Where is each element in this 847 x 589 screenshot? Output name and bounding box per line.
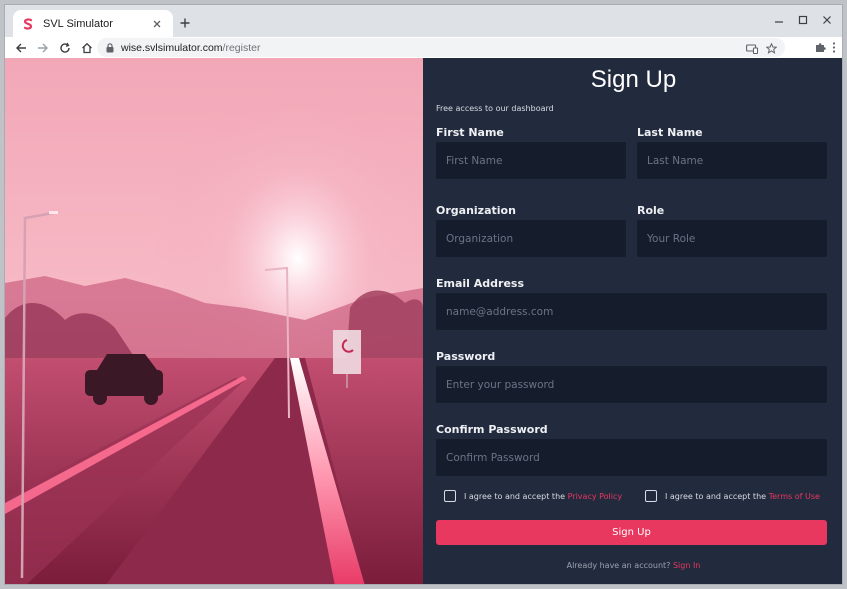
password-label: Password [436, 350, 496, 363]
svl-logo-icon [21, 17, 35, 31]
sign-up-button[interactable]: Sign Up [436, 520, 827, 545]
terms-of-use-link[interactable]: Terms of Use [769, 492, 820, 501]
back-icon[interactable] [11, 38, 31, 58]
new-tab-icon[interactable] [175, 13, 195, 33]
url-host: wise.svlsimulator.com [121, 41, 223, 54]
first-name-input[interactable] [436, 142, 626, 179]
address-bar[interactable]: wise.svlsimulator.com/register [97, 38, 785, 57]
maximize-icon[interactable] [794, 11, 812, 29]
role-input[interactable] [637, 220, 827, 257]
page-content: Sign Up Free access to our dashboard Fir… [5, 58, 842, 584]
confirm-password-label: Confirm Password [436, 423, 548, 436]
tab-title: SVL Simulator [43, 17, 113, 30]
browser-window: SVL Simulator wise.svlsimulator.com/regi… [4, 4, 843, 585]
organization-label: Organization [436, 204, 516, 217]
first-name-label: First Name [436, 126, 504, 139]
terms-checkbox[interactable] [645, 490, 657, 502]
sign-in-prompt-text: Already have an account? [566, 561, 673, 570]
reload-icon[interactable] [55, 38, 75, 58]
close-window-icon[interactable] [818, 11, 836, 29]
signup-panel: Sign Up Free access to our dashboard Fir… [423, 58, 842, 584]
browser-menu-icon[interactable] [832, 38, 836, 57]
hero-image [5, 58, 423, 584]
toolbar-actions [815, 38, 836, 57]
sign-in-prompt: Already have an account? Sign In [423, 561, 842, 570]
privacy-label: I agree to and accept the [464, 491, 568, 501]
last-name-input[interactable] [637, 142, 827, 179]
password-input[interactable] [436, 366, 827, 403]
page-subtitle: Free access to our dashboard [436, 104, 554, 113]
email-input[interactable] [436, 293, 827, 330]
terms-consent-row: I agree to and accept the Terms of Use [645, 490, 820, 502]
privacy-checkbox[interactable] [444, 490, 456, 502]
page-title: Sign Up [590, 66, 677, 93]
browser-toolbar: wise.svlsimulator.com/register [5, 37, 842, 58]
last-name-label: Last Name [637, 126, 703, 139]
address-bar-actions [746, 39, 778, 58]
forward-icon[interactable] [33, 38, 53, 58]
terms-label: I agree to and accept the [665, 491, 769, 501]
privacy-consent-row: I agree to and accept the Privacy Policy [444, 490, 622, 502]
role-label: Role [637, 204, 665, 217]
home-icon[interactable] [77, 38, 97, 58]
cast-icon[interactable] [746, 39, 759, 58]
bookmark-star-icon[interactable] [765, 39, 778, 58]
organization-input[interactable] [436, 220, 626, 257]
url-path: /register [222, 41, 261, 54]
terms-text: I agree to and accept the Terms of Use [665, 492, 820, 501]
tab-strip: SVL Simulator [5, 5, 842, 37]
privacy-text: I agree to and accept the Privacy Policy [464, 492, 622, 501]
browser-tab[interactable]: SVL Simulator [13, 10, 173, 37]
url-text: wise.svlsimulator.com/register [121, 42, 260, 54]
extensions-puzzle-icon[interactable] [815, 38, 826, 57]
close-tab-icon[interactable] [149, 16, 165, 32]
sign-in-link[interactable]: Sign In [673, 561, 700, 570]
privacy-policy-link[interactable]: Privacy Policy [568, 492, 623, 501]
window-controls [770, 11, 836, 29]
confirm-password-input[interactable] [436, 439, 827, 476]
email-label: Email Address [436, 277, 525, 290]
lock-icon [105, 42, 115, 53]
minimize-icon[interactable] [770, 11, 788, 29]
